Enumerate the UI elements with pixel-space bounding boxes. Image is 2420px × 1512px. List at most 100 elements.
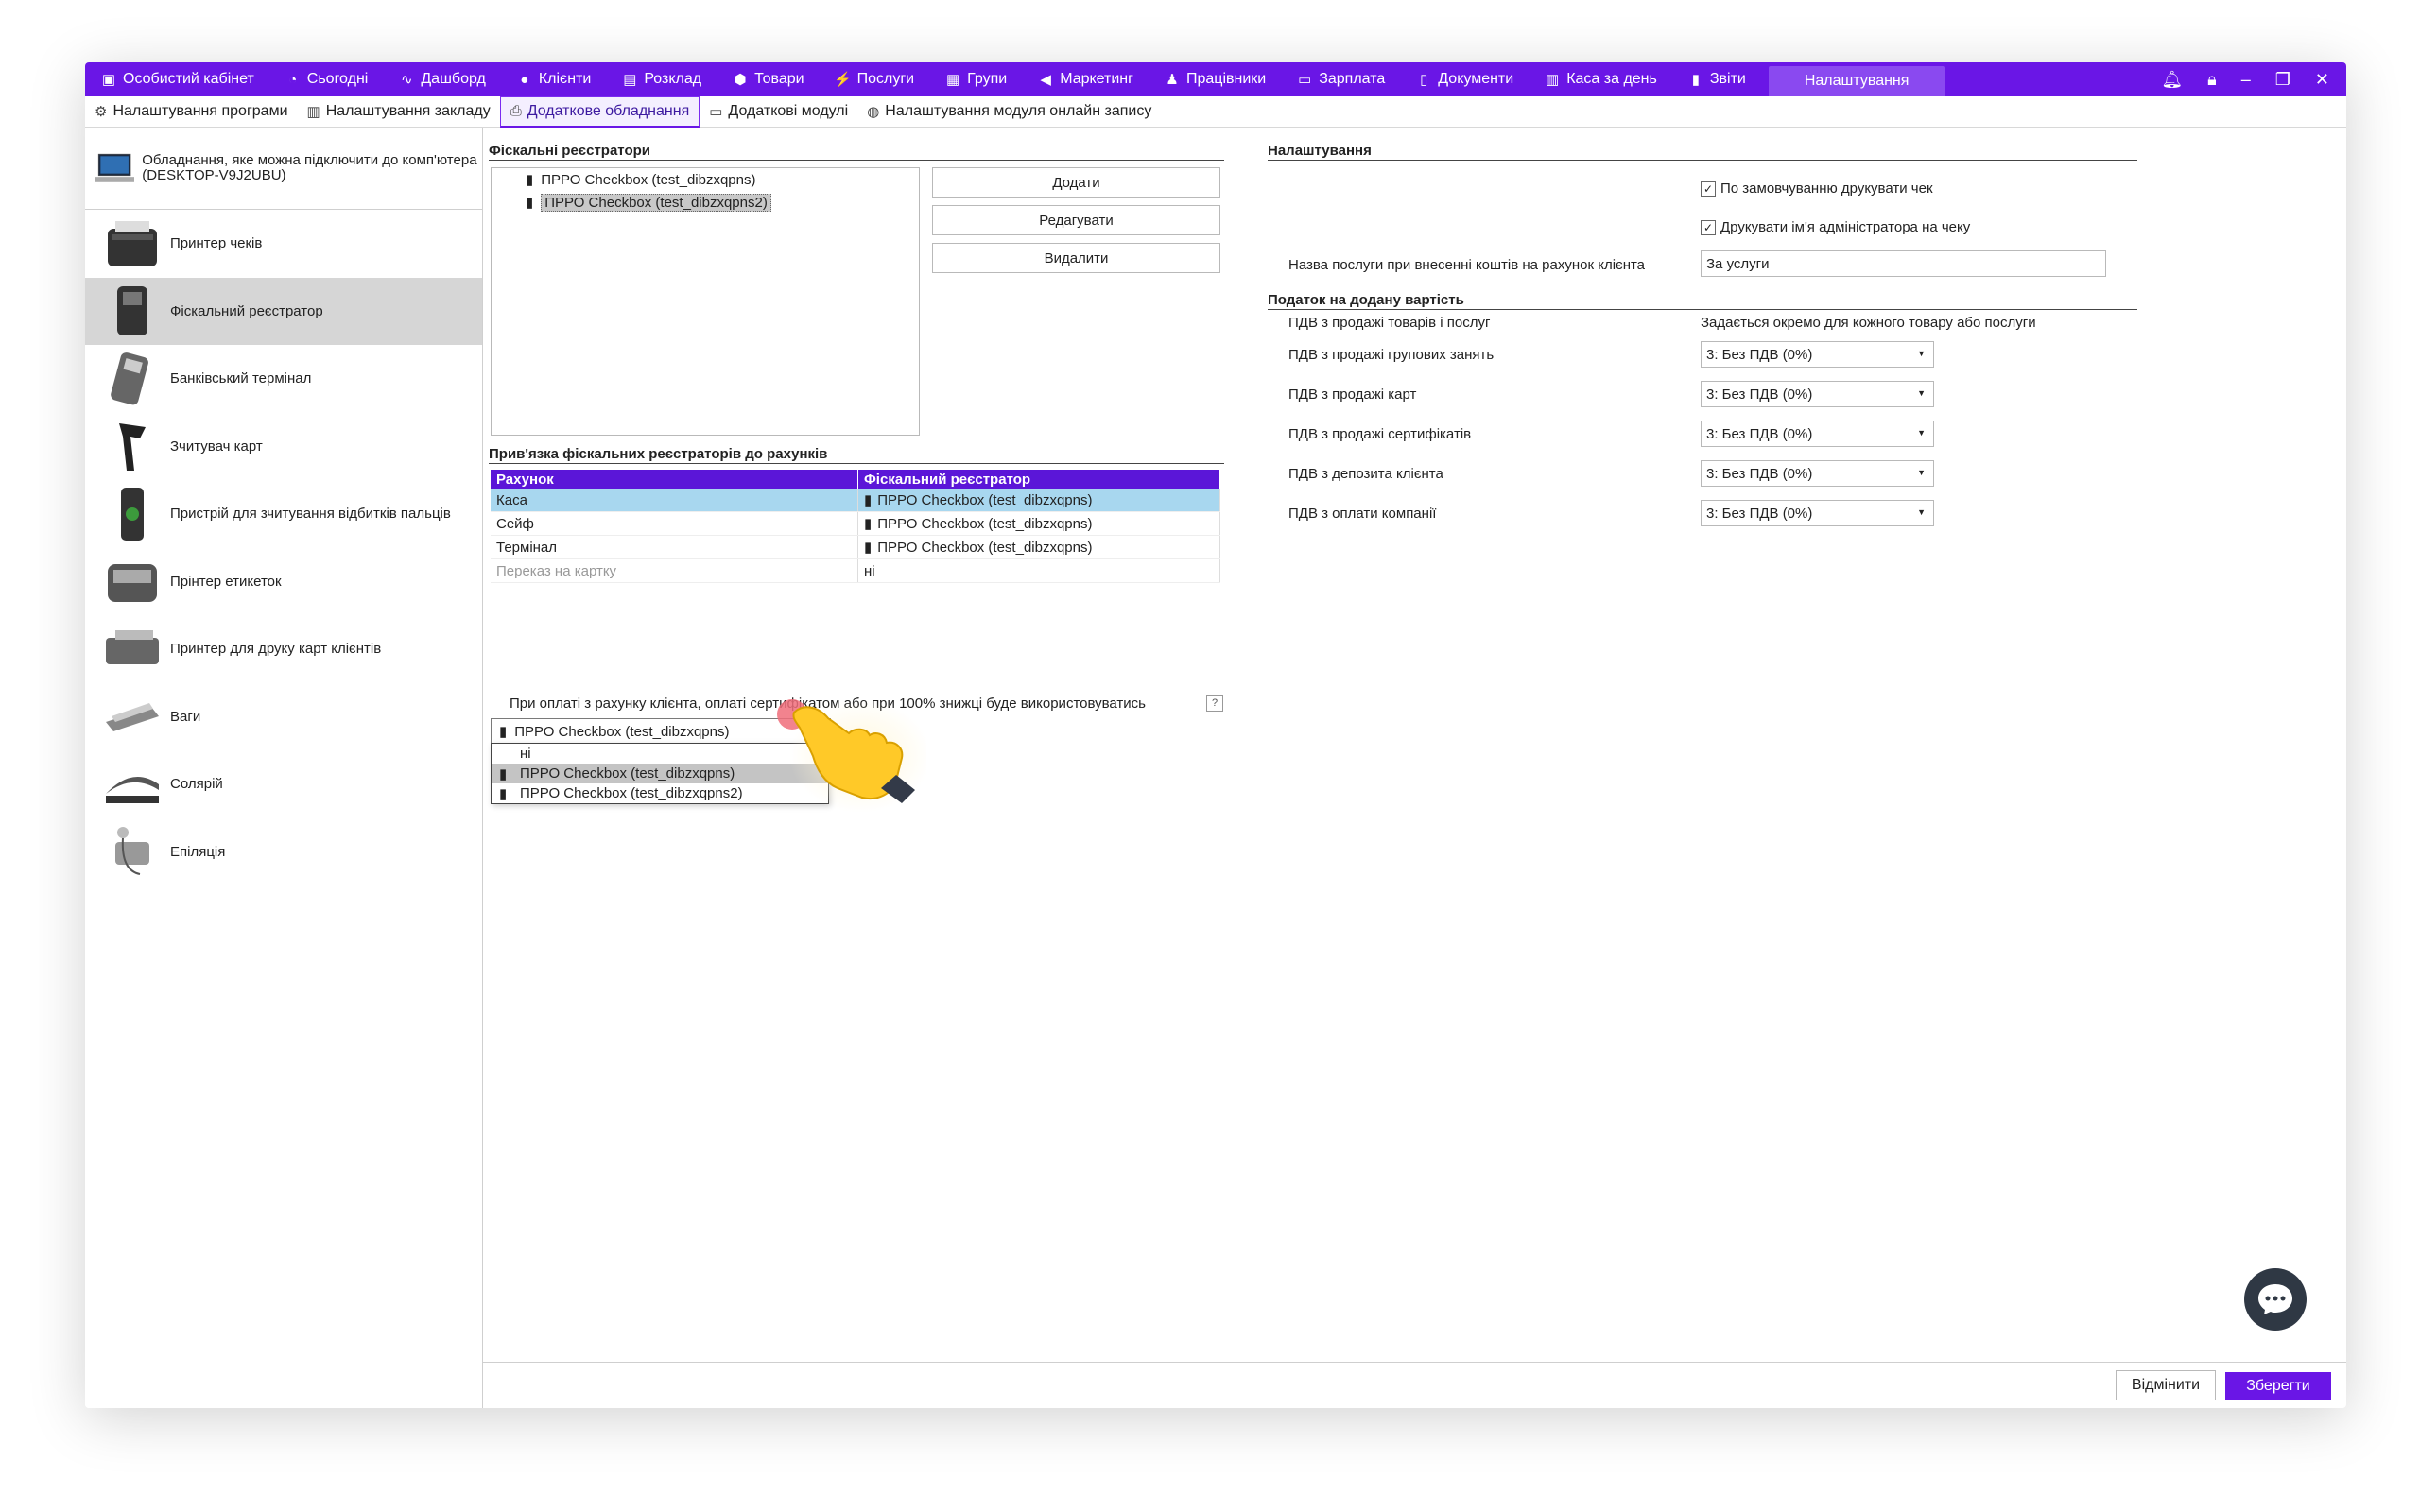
- sidebar-header-text: Обладнання, яке можна підключити до комп…: [142, 152, 477, 183]
- building-icon: ▥: [306, 104, 320, 120]
- settings-title: Налаштування: [1268, 143, 2137, 161]
- tab-venue-settings[interactable]: ▥ Налаштування закладу: [298, 97, 500, 126]
- box-icon: ⬢: [734, 72, 747, 88]
- sidebar-item-bank-terminal[interactable]: Банківський термінал: [85, 345, 482, 413]
- restore-icon[interactable]: ❐: [2275, 70, 2290, 90]
- edit-button[interactable]: Редагувати: [932, 205, 1220, 235]
- chat-bubble-icon: [2258, 1284, 2292, 1314]
- nav-groups[interactable]: ▦ Групи: [929, 62, 1022, 96]
- table-row[interactable]: Переказ на картку ні: [491, 558, 1220, 583]
- pointer-hand-icon: [777, 699, 926, 813]
- vat-title: Податок на додану вартість: [1268, 292, 2137, 310]
- calendar-icon: ▤: [623, 72, 637, 88]
- module-icon: ▭: [709, 104, 723, 120]
- binding-title: Прив'язка фіскальних реєстраторів до рах…: [489, 446, 1224, 464]
- user-circle-icon: ●: [520, 71, 529, 88]
- fiscal-registers-list[interactable]: ▮ ПРРО Checkbox (test_dibzxqpns) ▮ ПРРО Ch…: [491, 167, 920, 436]
- nav-dashboard[interactable]: ∿ Дашборд: [383, 62, 501, 96]
- sidebar-header: Обладнання, яке можна підключити до комп…: [85, 128, 482, 210]
- table-row[interactable]: Сейф ▮ ПРРО Checkbox (test_dibzxqpns): [491, 511, 1220, 536]
- nav-schedule[interactable]: ▤ Розклад: [606, 62, 717, 96]
- service-name-input[interactable]: За услуги: [1701, 250, 2106, 277]
- nav-salary[interactable]: ▭ Зарплата: [1281, 62, 1400, 96]
- tab-program-settings[interactable]: ⚙ Налаштування програми: [85, 97, 298, 126]
- table-row[interactable]: Каса ▮ ПРРО Checkbox (test_dibzxqpns): [491, 489, 1220, 512]
- window-controls: 🔔︎ 🔒︎ – ❐ ✕: [2161, 70, 2346, 90]
- top-nav: ▣ Особистий кабінет ◔ Сьогодні ∿ Дашборд ● К…: [85, 62, 2346, 96]
- list-item[interactable]: ▮ ПРРО Checkbox (test_dibzxqpns): [492, 168, 919, 191]
- nav-cabinet[interactable]: ▣ Особистий кабінет: [85, 62, 269, 96]
- checkmark-icon: ✓: [1701, 219, 1716, 235]
- nav-reports[interactable]: ▮ Звіти: [1672, 62, 1761, 96]
- briefcase-icon: ▣: [101, 72, 116, 88]
- vat-deposit-select[interactable]: 3: Без ПДВ (0%) ▼: [1701, 460, 1934, 487]
- sidebar-item-card-printer[interactable]: Принтер для друку карт клієнтів: [85, 615, 482, 683]
- pulse-icon: ∿: [401, 72, 413, 88]
- bank-terminal-icon: [111, 352, 148, 405]
- sidebar-item-label-printer[interactable]: Прінтер етикеток: [85, 548, 482, 616]
- chevron-down-icon: ▼: [1917, 428, 1926, 438]
- service-name-label: Назва послуги при внесенні коштів на рах…: [1288, 257, 1646, 273]
- lock-icon[interactable]: 🔒︎: [2207, 70, 2217, 90]
- close-icon[interactable]: ✕: [2315, 70, 2329, 90]
- chat-button[interactable]: [2244, 1268, 2307, 1331]
- printer-icon: ⎙: [510, 103, 522, 119]
- lightning-icon: ⚡: [834, 72, 852, 88]
- save-button[interactable]: Зберегти: [2225, 1372, 2331, 1400]
- list-item[interactable]: ▮ ПРРО Checkbox (test_dibzxqpns2): [492, 191, 919, 214]
- money-icon: ▭: [1298, 72, 1312, 88]
- clock-icon: ◔: [288, 71, 298, 88]
- globe-icon: ◍: [867, 104, 880, 120]
- print-admin-checkbox[interactable]: ✓ Друкувати ім'я адміністратора на чеку: [1701, 219, 1970, 235]
- chevron-down-icon: ▼: [1917, 468, 1926, 477]
- sidebar-item-fingerprint-reader[interactable]: Пристрій для зчитування відбитків пальці…: [85, 480, 482, 548]
- nav-documents[interactable]: ▯ Документи: [1400, 62, 1529, 96]
- table-row[interactable]: Термінал ▮ ПРРО Checkbox (test_dibzxqpns): [491, 535, 1220, 559]
- sidebar-item-scales[interactable]: Ваги: [85, 683, 482, 751]
- bar-chart-icon: ▮: [1691, 72, 1700, 88]
- nav-employees[interactable]: ♟ Працівники: [1149, 62, 1281, 96]
- sidebar-item-fiscal-register[interactable]: Фіскальний реєстратор: [85, 277, 482, 345]
- col-register: Фіскальний реєстратор: [857, 470, 1220, 489]
- fingerprint-reader-icon: [121, 487, 144, 541]
- tab-additional-equipment[interactable]: ⎙ Додаткове обладнання: [499, 95, 700, 128]
- vat-cards-select[interactable]: 3: Без ПДВ (0%) ▼: [1701, 381, 1934, 407]
- calculator-icon: ▥: [1546, 72, 1560, 88]
- nav-today[interactable]: ◔ Сьогодні: [269, 62, 384, 96]
- vat-certificates-label: ПДВ з продажі сертифікатів: [1288, 426, 1472, 442]
- bell-icon[interactable]: 🔔︎: [2161, 70, 2183, 90]
- add-button[interactable]: Додати: [932, 167, 1220, 198]
- vat-certificates-select[interactable]: 3: Без ПДВ (0%) ▼: [1701, 421, 1934, 447]
- sidebar-item-card-reader[interactable]: Зчитувач карт: [85, 413, 482, 481]
- tab-online-booking[interactable]: ◍ Налаштування модуля онлайн запису: [857, 97, 1161, 126]
- nav-marketing[interactable]: ◀ Маркетинг: [1022, 62, 1149, 96]
- cancel-button[interactable]: Відмінити: [2116, 1370, 2216, 1400]
- vat-group-select[interactable]: 3: Без ПДВ (0%) ▼: [1701, 341, 1934, 368]
- sidebar-item-receipt-printer[interactable]: Принтер чеків: [85, 210, 482, 278]
- card-printer-icon: [106, 629, 159, 664]
- solarium-icon: [106, 776, 159, 803]
- tab-additional-modules[interactable]: ▭ Додаткові модулі: [700, 97, 857, 126]
- sidebar-item-epilation[interactable]: Епіляція: [85, 818, 482, 886]
- scales-icon: [106, 703, 159, 732]
- nav-goods[interactable]: ⬢ Товари: [717, 62, 819, 96]
- nav-clients[interactable]: ● Клієнти: [501, 62, 606, 96]
- chevron-down-icon: ▼: [1917, 349, 1926, 358]
- content-area: Фіскальні реєстратори ▮ ПРРО Checkbox (te…: [483, 128, 2346, 1408]
- fiscal-device-icon: ▮: [499, 785, 508, 802]
- help-icon[interactable]: ?: [1206, 695, 1223, 712]
- nav-cash-day[interactable]: ▥ Каса за день: [1529, 62, 1672, 96]
- nav-settings[interactable]: Налаштування: [1768, 66, 1945, 96]
- delete-button[interactable]: Видалити: [932, 243, 1220, 273]
- footer-divider: [483, 1362, 2346, 1363]
- nav-services[interactable]: ⚡ Послуги: [820, 62, 930, 96]
- minimize-icon[interactable]: –: [2241, 70, 2251, 90]
- print-receipt-checkbox[interactable]: ✓ По замовчуванню друкувати чек: [1701, 180, 1933, 197]
- checkmark-icon: ✓: [1701, 180, 1716, 197]
- fiscal-device-icon: ▮: [526, 195, 534, 211]
- sidebar-item-solarium[interactable]: Солярій: [85, 750, 482, 818]
- vat-company-select[interactable]: 3: Без ПДВ (0%) ▼: [1701, 500, 1934, 526]
- fiscal-registers-title: Фіскальні реєстратори: [489, 143, 1224, 161]
- fiscal-device-icon: ▮: [864, 540, 873, 556]
- fiscal-device-icon: ▮: [864, 516, 873, 532]
